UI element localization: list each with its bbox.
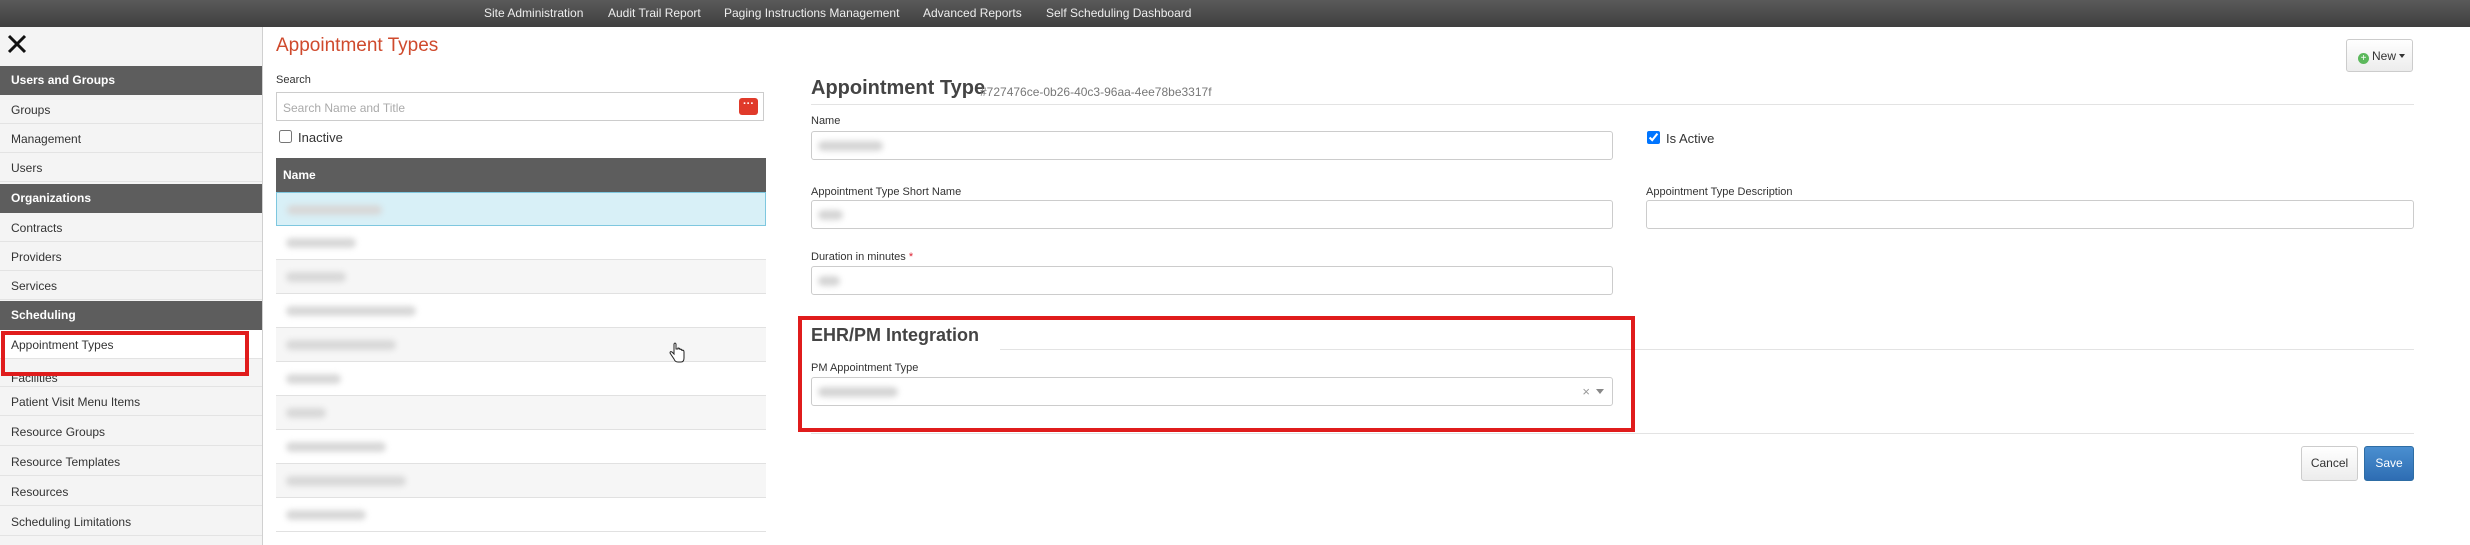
sidebar-section-organizations: Organizations	[0, 184, 262, 213]
table-row[interactable]	[276, 192, 766, 226]
sidebar-item-contracts[interactable]: Contracts	[0, 213, 262, 242]
sidebar-item-providers[interactable]: Providers	[0, 242, 262, 271]
inactive-label: Inactive	[298, 130, 343, 145]
description-field[interactable]	[1646, 200, 2414, 229]
name-field[interactable]	[811, 131, 1613, 160]
nav-advanced-reports[interactable]: Advanced Reports	[923, 6, 1022, 20]
sidebar-item-resources[interactable]: Resources	[0, 477, 262, 506]
sidebar-section-scheduling: Scheduling	[0, 301, 262, 330]
table-row[interactable]	[276, 294, 766, 328]
sidebar-item-scheduling-limitations[interactable]: Scheduling Limitations	[0, 507, 262, 536]
required-marker: *	[908, 251, 914, 263]
sidebar-item-resource-groups[interactable]: Resource Groups	[0, 417, 262, 446]
search-label: Search	[276, 74, 311, 86]
table-row[interactable]	[276, 328, 766, 362]
is-active-toggle[interactable]: Is Active	[1647, 131, 1714, 146]
nav-paging-instructions-management[interactable]: Paging Instructions Management	[724, 6, 899, 20]
save-button[interactable]: Save	[2364, 446, 2414, 481]
is-active-label: Is Active	[1666, 131, 1715, 146]
table-row[interactable]	[276, 430, 766, 464]
plus-circle-icon: +	[2358, 53, 2369, 64]
sidebar-section-users-and-groups: Users and Groups	[0, 66, 262, 95]
short-name-field[interactable]	[811, 200, 1613, 229]
search-input[interactable]	[281, 98, 725, 117]
sidebar-item-users[interactable]: Users	[0, 153, 262, 182]
nav-audit-trail-report[interactable]: Audit Trail Report	[608, 6, 701, 20]
table-row[interactable]	[276, 226, 766, 260]
sidebar-item-patient-visit-menu-items[interactable]: Patient Visit Menu Items	[0, 387, 262, 416]
close-icon[interactable]	[6, 33, 28, 55]
more-dots-icon[interactable]: ···	[739, 98, 758, 115]
cancel-button[interactable]: Cancel	[2301, 446, 2358, 481]
duration-label: Duration in minutes *	[811, 251, 914, 263]
table-row[interactable]	[276, 464, 766, 498]
highlight-box-appointment-types	[1, 331, 249, 376]
name-label: Name	[811, 115, 841, 127]
is-active-checkbox[interactable]	[1647, 131, 1660, 144]
table-row[interactable]	[276, 260, 766, 294]
duration-field[interactable]	[811, 266, 1613, 295]
sidebar-item-groups[interactable]: Groups	[0, 95, 262, 124]
record-id: #727476ce-0b26-40c3-96aa-4ee78be3317f	[980, 85, 1212, 99]
new-button-label: New	[2372, 49, 2397, 63]
highlight-box-ehr-integration	[798, 316, 1635, 432]
inactive-filter[interactable]: Inactive	[279, 130, 343, 145]
caret-down-icon	[2399, 54, 2406, 58]
new-button[interactable]: + New	[2346, 39, 2413, 72]
hand-cursor-icon	[669, 342, 685, 363]
table-row[interactable]	[276, 498, 766, 532]
short-name-label: Appointment Type Short Name	[811, 186, 962, 198]
divider	[811, 433, 2414, 434]
name-column-header[interactable]: Name	[276, 158, 766, 192]
table-row[interactable]	[276, 396, 766, 430]
nav-site-administration[interactable]: Site Administration	[484, 6, 583, 20]
table-row[interactable]	[276, 362, 766, 396]
form-title: Appointment Type	[811, 77, 986, 99]
description-label: Appointment Type Description	[1646, 186, 1793, 198]
inactive-checkbox[interactable]	[279, 130, 292, 143]
sidebar-item-resource-templates[interactable]: Resource Templates	[0, 447, 262, 476]
search-box: ···	[276, 92, 764, 121]
sidebar-item-management[interactable]: Management	[0, 124, 262, 153]
top-navigation-bar: Site Administration Audit Trail Report P…	[0, 0, 2470, 27]
sidebar-item-services[interactable]: Services	[0, 271, 262, 300]
divider	[811, 104, 2414, 105]
nav-self-scheduling-dashboard[interactable]: Self Scheduling Dashboard	[1046, 6, 1191, 20]
sidebar: Users and Groups Groups Management Users…	[0, 27, 263, 545]
page-title: Appointment Types	[276, 35, 439, 56]
